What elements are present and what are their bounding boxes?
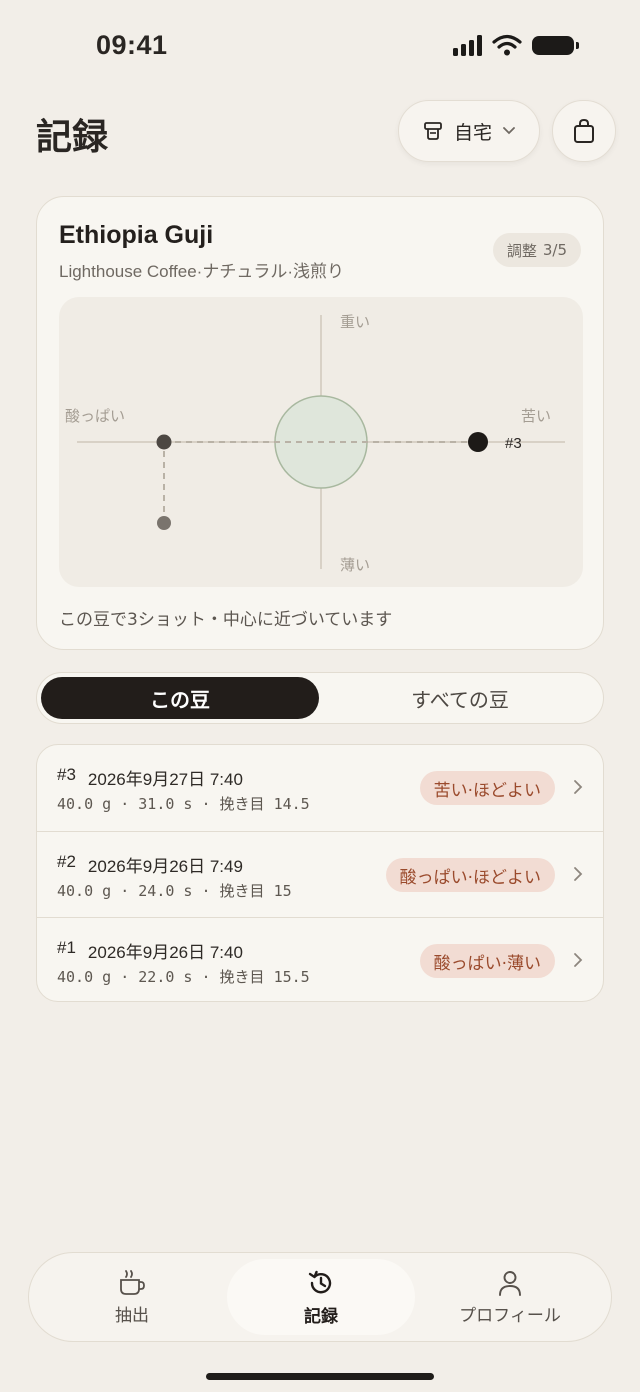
page-title: 記録	[36, 117, 109, 158]
chevron-right-icon	[574, 867, 583, 881]
shot-list: #3 2026年9月27日 7:40 40.0 g · 31.0 s · 挽き目…	[36, 744, 604, 1002]
shot-number: #2	[57, 852, 76, 871]
shot-number: #1	[57, 938, 76, 957]
axis-label-right: 苦い	[521, 407, 551, 425]
segment-all-beans[interactable]: すべての豆	[321, 677, 599, 719]
shot-row[interactable]: #2 2026年9月26日 7:49 40.0 g · 24.0 s · 挽き目…	[37, 831, 603, 917]
taste-tag: 酸っぱい·ほどよい	[385, 858, 555, 892]
shot-row[interactable]: #3 2026年9月27日 7:40 40.0 g · 31.0 s · 挽き目…	[37, 745, 603, 831]
segment-this-bean[interactable]: この豆	[41, 677, 319, 719]
shot-detail: 40.0 g · 31.0 s · 挽き目 14.5	[57, 795, 310, 813]
wifi-icon	[492, 34, 522, 56]
shot-detail: 40.0 g · 22.0 s · 挽き目 15.5	[57, 968, 310, 986]
shot-point-2	[156, 434, 172, 450]
tab-label: プロフィール	[459, 1305, 561, 1326]
signal-icon	[453, 34, 482, 56]
bag-icon	[574, 118, 594, 143]
home-indicator	[206, 1373, 434, 1380]
taste-tag: 酸っぱい·薄い	[419, 944, 555, 978]
bean-meta: Lighthouse Coffee·ナチュラル·浅煎り	[59, 262, 345, 281]
chevron-right-icon	[574, 780, 583, 794]
adjust-value: 3/5	[542, 241, 567, 259]
status-time: 09:41	[96, 30, 168, 60]
status-bar: 09:41	[0, 0, 640, 90]
shot-date: 2026年9月26日 7:49	[87, 857, 243, 876]
adjust-badge: 調整 3/5	[492, 233, 581, 267]
shot-number: #3	[57, 765, 76, 784]
location-selector[interactable]: 自宅	[398, 100, 540, 162]
history-icon	[308, 1270, 332, 1293]
taste-tag: 苦い·ほどよい	[419, 771, 555, 805]
shot-date: 2026年9月27日 7:40	[87, 770, 243, 789]
axis-label-left: 酸っぱい	[65, 407, 125, 425]
axis-label-top: 重い	[340, 313, 370, 331]
chevron-down-icon	[503, 127, 515, 135]
bean-card[interactable]: Ethiopia Guji Lighthouse Coffee·ナチュラル·浅煎…	[36, 196, 604, 650]
shot-row[interactable]: #1 2026年9月26日 7:40 40.0 g · 22.0 s · 挽き目…	[37, 917, 603, 1001]
shot-detail: 40.0 g · 24.0 s · 挽き目 15	[57, 882, 292, 900]
shot-point-1	[157, 516, 171, 530]
taste-plot-svg: #3 重い 薄い 酸っぱい 苦い	[65, 313, 565, 574]
bean-filter-segment: この豆 すべての豆	[36, 672, 604, 724]
chevron-right-icon	[574, 953, 583, 967]
status-icons	[453, 34, 579, 56]
axis-label-bottom: 薄い	[340, 556, 370, 574]
tab-history[interactable]: 記録	[227, 1259, 415, 1335]
machine-icon	[424, 122, 442, 140]
latest-shot-label: #3	[505, 435, 522, 452]
person-icon	[499, 1270, 521, 1296]
battery-icon	[532, 35, 579, 55]
shot-point-3	[468, 432, 488, 452]
tab-profile[interactable]: プロフィール	[415, 1253, 605, 1341]
tab-label: 抽出	[115, 1305, 149, 1326]
adjust-label: 調整	[506, 241, 537, 260]
card-footer: この豆で3ショット・中心に近づいています	[59, 610, 393, 630]
bean-name: Ethiopia Guji	[59, 221, 214, 249]
cup-icon	[120, 1269, 145, 1295]
bag-button[interactable]	[552, 100, 616, 162]
taste-plot: #3 重い 薄い 酸っぱい 苦い	[59, 297, 583, 587]
tab-label: 記録	[304, 1306, 338, 1327]
tab-brew[interactable]: 抽出	[37, 1253, 227, 1341]
shot-date: 2026年9月26日 7:40	[87, 943, 243, 962]
location-label: 自宅	[453, 121, 492, 144]
tab-bar: 抽出 記録 プロフィール	[28, 1252, 612, 1342]
